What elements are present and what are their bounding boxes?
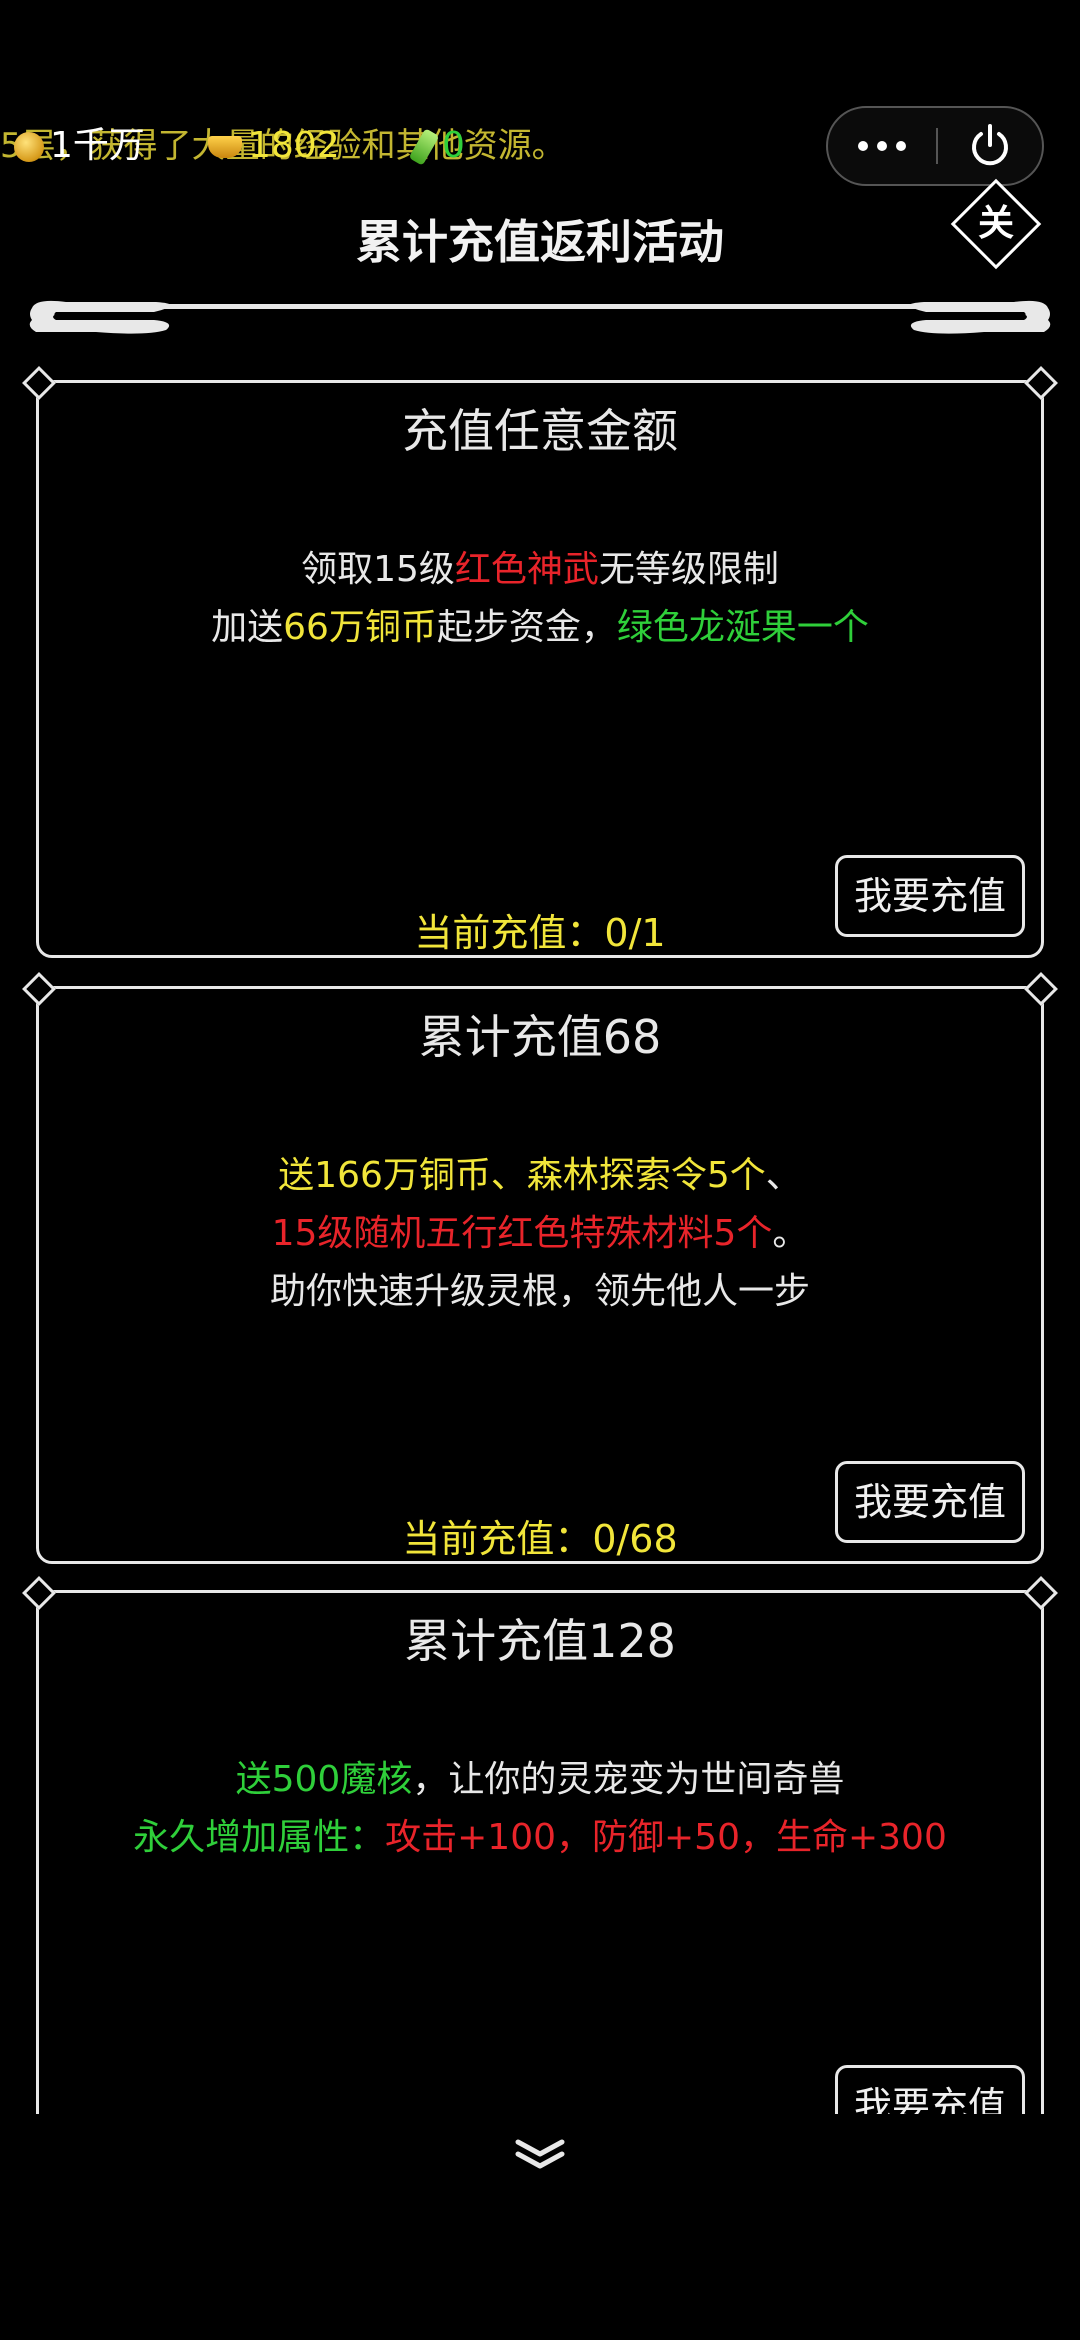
- recharge-progress: 当前充值：0/1: [414, 911, 666, 955]
- gold-amount: 1802: [248, 125, 340, 166]
- title-divider-ornament: [29, 300, 1051, 334]
- description-segment: 助你快速升级灵根，领先他人一步: [269, 1271, 810, 1312]
- description-segment: 红色神武: [454, 549, 599, 590]
- card-description: 领取15级红色神武无等级限制 加送66万铜币起步资金，绿色龙涎果一个: [39, 541, 1041, 657]
- reward-card-2: 累计充值68 送166万铜币、森林探索令5个、 15级随机五行红色特殊材料5个。助…: [36, 986, 1044, 1564]
- description-line: 15级随机五行红色特殊材料5个。: [39, 1205, 1041, 1263]
- description-line: 助你快速升级灵根，领先他人一步: [39, 1263, 1041, 1321]
- mini-program-capsule: [826, 106, 1044, 186]
- description-segment: 领取15级: [301, 549, 455, 590]
- card-title: 累计充值68: [418, 1010, 662, 1064]
- description-segment: 66万铜币: [283, 607, 437, 648]
- reward-card-3: 累计充值128 送500魔核，让你的灵宠变为世间奇兽 永久增加属性：攻击+100，…: [36, 1590, 1044, 2168]
- jade-amount: 0: [442, 125, 465, 166]
- description-line: 永久增加属性：攻击+100，防御+50，生命+300: [39, 1809, 1041, 1867]
- copper-resource: 1千万: [14, 124, 145, 168]
- card-description: 送166万铜币、森林探索令5个、 15级随机五行红色特殊材料5个。 助你快速升级灵根…: [39, 1147, 1041, 1321]
- description-line: 送500魔核，让你的灵宠变为世间奇兽: [39, 1751, 1041, 1809]
- copper-coin-icon: [14, 132, 44, 162]
- description-segment: ，让你的灵宠变为世间奇兽: [412, 1759, 845, 1800]
- reward-card-1: 充值任意金额 领取15级红色神武无等级限制 加送66万铜币起步资金，绿色龙涎果一个…: [36, 380, 1044, 958]
- card-title: 充值任意金额: [402, 404, 678, 458]
- more-dots-icon[interactable]: [828, 108, 936, 184]
- description-segment: 无等级限制: [598, 549, 779, 590]
- resource-bar: 5层，获得了大量的经验和其他资源。 1千万 1802 0: [0, 108, 820, 188]
- gold-resource: 1802: [208, 124, 340, 168]
- gold-ingot-icon: [208, 136, 242, 158]
- description-segment: 送166万铜币、森林探索令5个: [278, 1155, 766, 1196]
- description-line: 加送66万铜币起步资金，绿色龙涎果一个: [39, 599, 1041, 657]
- card-title: 累计充值128: [404, 1614, 676, 1668]
- description-segment: 加送: [211, 607, 284, 648]
- jade-resource: 0: [408, 124, 465, 168]
- description-segment: 送500魔核: [235, 1759, 413, 1800]
- description-segment: 、: [765, 1155, 802, 1196]
- description-segment: 。: [772, 1213, 809, 1254]
- power-icon[interactable]: [938, 108, 1042, 184]
- description-segment: 起步资金，: [436, 607, 617, 648]
- card-description: 送500魔核，让你的灵宠变为世间奇兽 永久增加属性：攻击+100，防御+50，生命…: [39, 1751, 1041, 1867]
- description-segment: 绿色龙涎果一个: [616, 607, 869, 648]
- description-line: 送166万铜币、森林探索令5个、: [39, 1147, 1041, 1205]
- page-title: 累计充值返利活动: [356, 215, 724, 269]
- description-segment: 15级随机五行红色特殊材料5个: [271, 1213, 773, 1254]
- description-segment: 攻击+100，防御+50，生命+300: [385, 1817, 947, 1858]
- chevron-down-icon[interactable]: [510, 2134, 570, 2174]
- description-line: 领取15级红色神武无等级限制: [39, 541, 1041, 599]
- copper-amount: 1千万: [50, 125, 145, 166]
- recharge-progress: 当前充值：0/68: [402, 1517, 678, 1561]
- description-segment: 永久增加属性：: [133, 1817, 386, 1858]
